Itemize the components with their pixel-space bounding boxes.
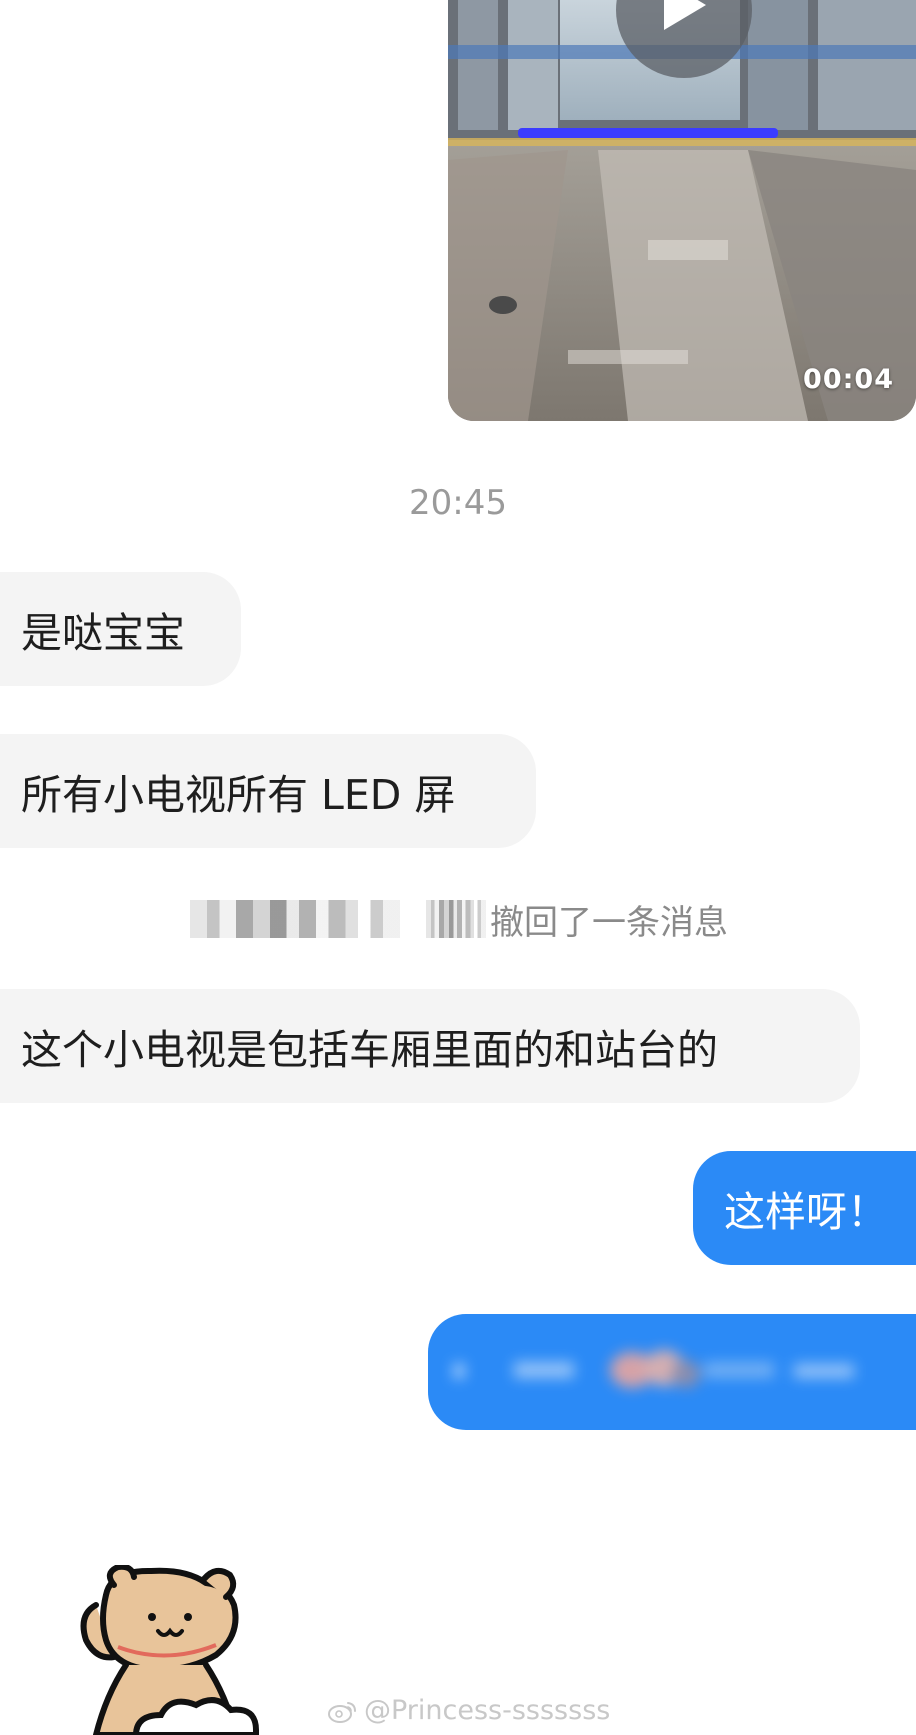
blurred-emoji-content [454,1350,854,1388]
watermark: @Princess-sssssss [328,1695,610,1726]
incoming-message-bubble[interactable]: 这个小电视是包括车厢里面的和站台的 [0,989,860,1103]
message-text: 所有小电视所有 LED 屏 [21,771,456,819]
message-timestamp: 20:45 [409,483,507,523]
recall-notice: 撤回了一条消息 [190,896,728,943]
video-thumbnail [448,0,916,421]
recall-notice-text: 撤回了一条消息 [490,902,728,943]
pixelated-name [426,900,486,938]
video-message[interactable]: 00:04 [448,0,916,421]
message-text: 这样呀！ [724,1188,888,1236]
video-duration: 00:04 [803,364,894,395]
outgoing-message-bubble[interactable]: 这样呀！ [693,1151,916,1265]
message-text: 是哒宝宝 [21,609,185,657]
bear-sticker-icon[interactable] [66,1565,316,1735]
pixelated-name [190,900,400,938]
outgoing-message-bubble-blurred[interactable] [428,1314,916,1430]
incoming-message-bubble[interactable]: 所有小电视所有 LED 屏 [0,734,536,848]
watermark-text: @Princess-sssssss [364,1695,611,1726]
incoming-message-bubble[interactable]: 是哒宝宝 [0,572,241,686]
weibo-icon [328,1701,356,1723]
message-text: 这个小电视是包括车厢里面的和站台的 [21,1026,718,1074]
